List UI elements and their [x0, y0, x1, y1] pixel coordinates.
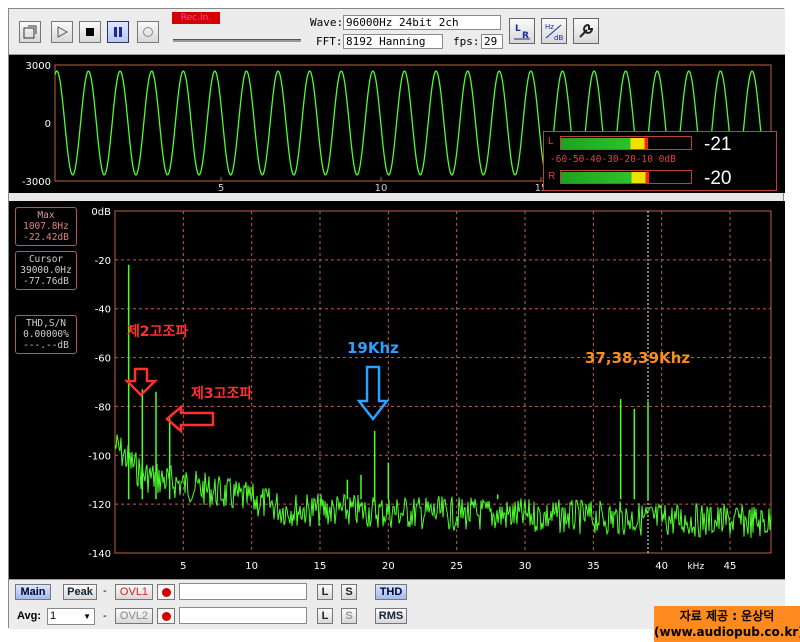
ovl2-l-button[interactable]: L: [317, 608, 333, 624]
spectrum-panel: 0dB -20 -40 -60 -80 -100 -120 -140 5 10 15 20 25 30 35…: [9, 201, 785, 579]
spectrum-y-tick: -60: [95, 354, 111, 365]
stop-icon[interactable]: [79, 21, 101, 43]
max-label: Max: [37, 210, 55, 221]
meter-left-label: L: [548, 136, 554, 147]
dash-separator-2: -: [103, 610, 107, 622]
meter-right-value: -20: [704, 168, 732, 189]
open-file-icon[interactable]: [19, 21, 41, 43]
cursor-label: Cursor: [28, 254, 64, 265]
tone-19k-label: 19Khz: [347, 339, 399, 357]
ovl1-s-button[interactable]: S: [341, 584, 357, 600]
credit-line-2: (www.audiopub.co.kr): [654, 625, 800, 639]
dash-separator: -: [103, 585, 107, 597]
meter-left-bar: [560, 136, 692, 150]
spectrum-y-tick: -100: [88, 451, 111, 462]
spectrum-frame: [114, 210, 772, 554]
thd-readout: THD,S/N 0.00000% ---.--dB: [15, 315, 77, 354]
scope-y-tick: 3000: [26, 61, 51, 72]
hz-db-scale-icon[interactable]: Hz dB: [541, 18, 567, 44]
third-harmonic-arrow-icon: [165, 404, 215, 434]
third-harmonic-label: 제3고조파: [191, 386, 253, 402]
thd-label: THD,S/N: [25, 318, 67, 329]
main-button[interactable]: Main: [15, 584, 51, 600]
scope-x-tick: 10: [375, 183, 388, 193]
cursor-freq: 39000.0Hz: [20, 265, 72, 276]
credit-line-1: 자료 제공 : 운상덕: [679, 609, 775, 623]
scope-y-tick: 0: [45, 119, 51, 130]
input-level-slider[interactable]: [173, 39, 301, 42]
spectrum-x-tick: 5: [180, 561, 186, 572]
max-db: -22.42dB: [23, 232, 69, 243]
sn-value: ---.--dB: [23, 340, 69, 351]
wave-label: Wave:: [310, 16, 344, 29]
spectrum-plot: 0dB -20 -40 -60 -80 -100 -120 -140 5 10 15 20 25 30 35…: [88, 207, 772, 572]
svg-text:dB: dB: [554, 34, 563, 41]
fft-label: FFT:: [316, 35, 343, 48]
play-icon[interactable]: [51, 21, 73, 43]
spectrum-y-tick: -80: [95, 402, 111, 413]
spectrum-x-tick: 35: [587, 561, 600, 572]
spectrum-x-tick: 30: [519, 561, 532, 572]
waveform-scope: 30000-30005101520ms L -60-50-40-30-20-10…: [9, 55, 785, 193]
ovl1-l-button[interactable]: L: [317, 584, 333, 600]
tones-high-label: 37,38,39Khz: [585, 349, 691, 367]
cursor-db: -77.76dB: [23, 276, 69, 287]
max-freq: 1007.8Hz: [23, 221, 69, 232]
toolbar: Rec.In. Wave: 96000Hz 24bit 2ch FFT: 819…: [9, 9, 785, 55]
ovl1-record-icon[interactable]: [157, 584, 175, 600]
credit-badge: 자료 제공 : 운상덕 (www.audiopub.co.kr): [654, 606, 800, 642]
second-harmonic-arrow-icon: [123, 367, 159, 397]
tone-19k-arrow-icon: [356, 365, 390, 422]
meter-right-bar: [560, 170, 692, 184]
wave-format-field: 96000Hz 24bit 2ch: [343, 15, 501, 30]
spectrum-y-tick: 0dB: [91, 207, 111, 218]
channel-lr-icon[interactable]: LR: [509, 18, 535, 44]
fps-label: fps:: [453, 35, 480, 48]
spectrum-x-tick: 15: [314, 561, 327, 572]
avg-select[interactable]: 1 ▼: [47, 608, 95, 625]
spectrum-x-tick: 25: [450, 561, 463, 572]
record-circle-icon[interactable]: [137, 21, 159, 43]
rms-button[interactable]: RMS: [375, 608, 407, 624]
scope-y-tick: -3000: [22, 177, 51, 188]
svg-text:Hz: Hz: [545, 23, 554, 31]
thd-value: 0.00000%: [23, 329, 69, 340]
avg-label: Avg:: [17, 610, 42, 622]
cursor-readout: Cursor 39000.0Hz -77.76dB: [15, 251, 77, 290]
spectrum-x-tick: 40: [655, 561, 668, 572]
spectrum-y-tick: -40: [95, 305, 111, 316]
max-readout: Max 1007.8Hz -22.42dB: [15, 207, 77, 246]
second-harmonic-label: 제2고조파: [127, 324, 189, 340]
meter-right-label: R: [548, 171, 556, 182]
pause-icon[interactable]: [107, 21, 129, 43]
spectrum-x-tick: 45: [724, 561, 737, 572]
scope-x-tick: 5: [218, 183, 224, 193]
fps-field: 29: [481, 34, 503, 49]
chevron-down-icon: ▼: [83, 612, 91, 621]
avg-value: 1: [50, 610, 57, 622]
thd-button[interactable]: THD: [375, 584, 407, 600]
ovl2-record-icon[interactable]: [157, 608, 175, 624]
fft-setting-field: 8192 Hanning: [343, 34, 443, 49]
spectrum-y-tick: -120: [88, 500, 111, 511]
ovl2-s-button[interactable]: S: [341, 608, 357, 624]
analyzer-window: Rec.In. Wave: 96000Hz 24bit 2ch FFT: 819…: [8, 8, 785, 629]
spectrum-y-tick: -20: [95, 256, 111, 267]
meter-left-value: -21: [704, 134, 732, 155]
ovl1-button[interactable]: OVL1: [115, 584, 153, 600]
noise-floor-trace: [114, 434, 772, 538]
spectrum-x-tick: 20: [382, 561, 395, 572]
spectrum-y-tick: -140: [88, 549, 111, 560]
rec-input-indicator: Rec.In.: [172, 12, 220, 24]
peak-button[interactable]: Peak: [63, 584, 97, 600]
ovl2-name-field[interactable]: [179, 607, 307, 624]
ovl2-button[interactable]: OVL2: [115, 608, 153, 624]
meter-scale: -60-50-40-30-20-10 0dB: [550, 154, 676, 165]
spectrum-x-unit: kHz: [687, 562, 704, 572]
spectrum-x-tick: 10: [245, 561, 258, 572]
svg-text:L: L: [515, 24, 521, 34]
settings-wrench-icon[interactable]: [573, 18, 599, 44]
ovl1-name-field[interactable]: [179, 583, 307, 600]
level-meter: L -60-50-40-30-20-10 0dB R -21 -20: [543, 131, 777, 191]
